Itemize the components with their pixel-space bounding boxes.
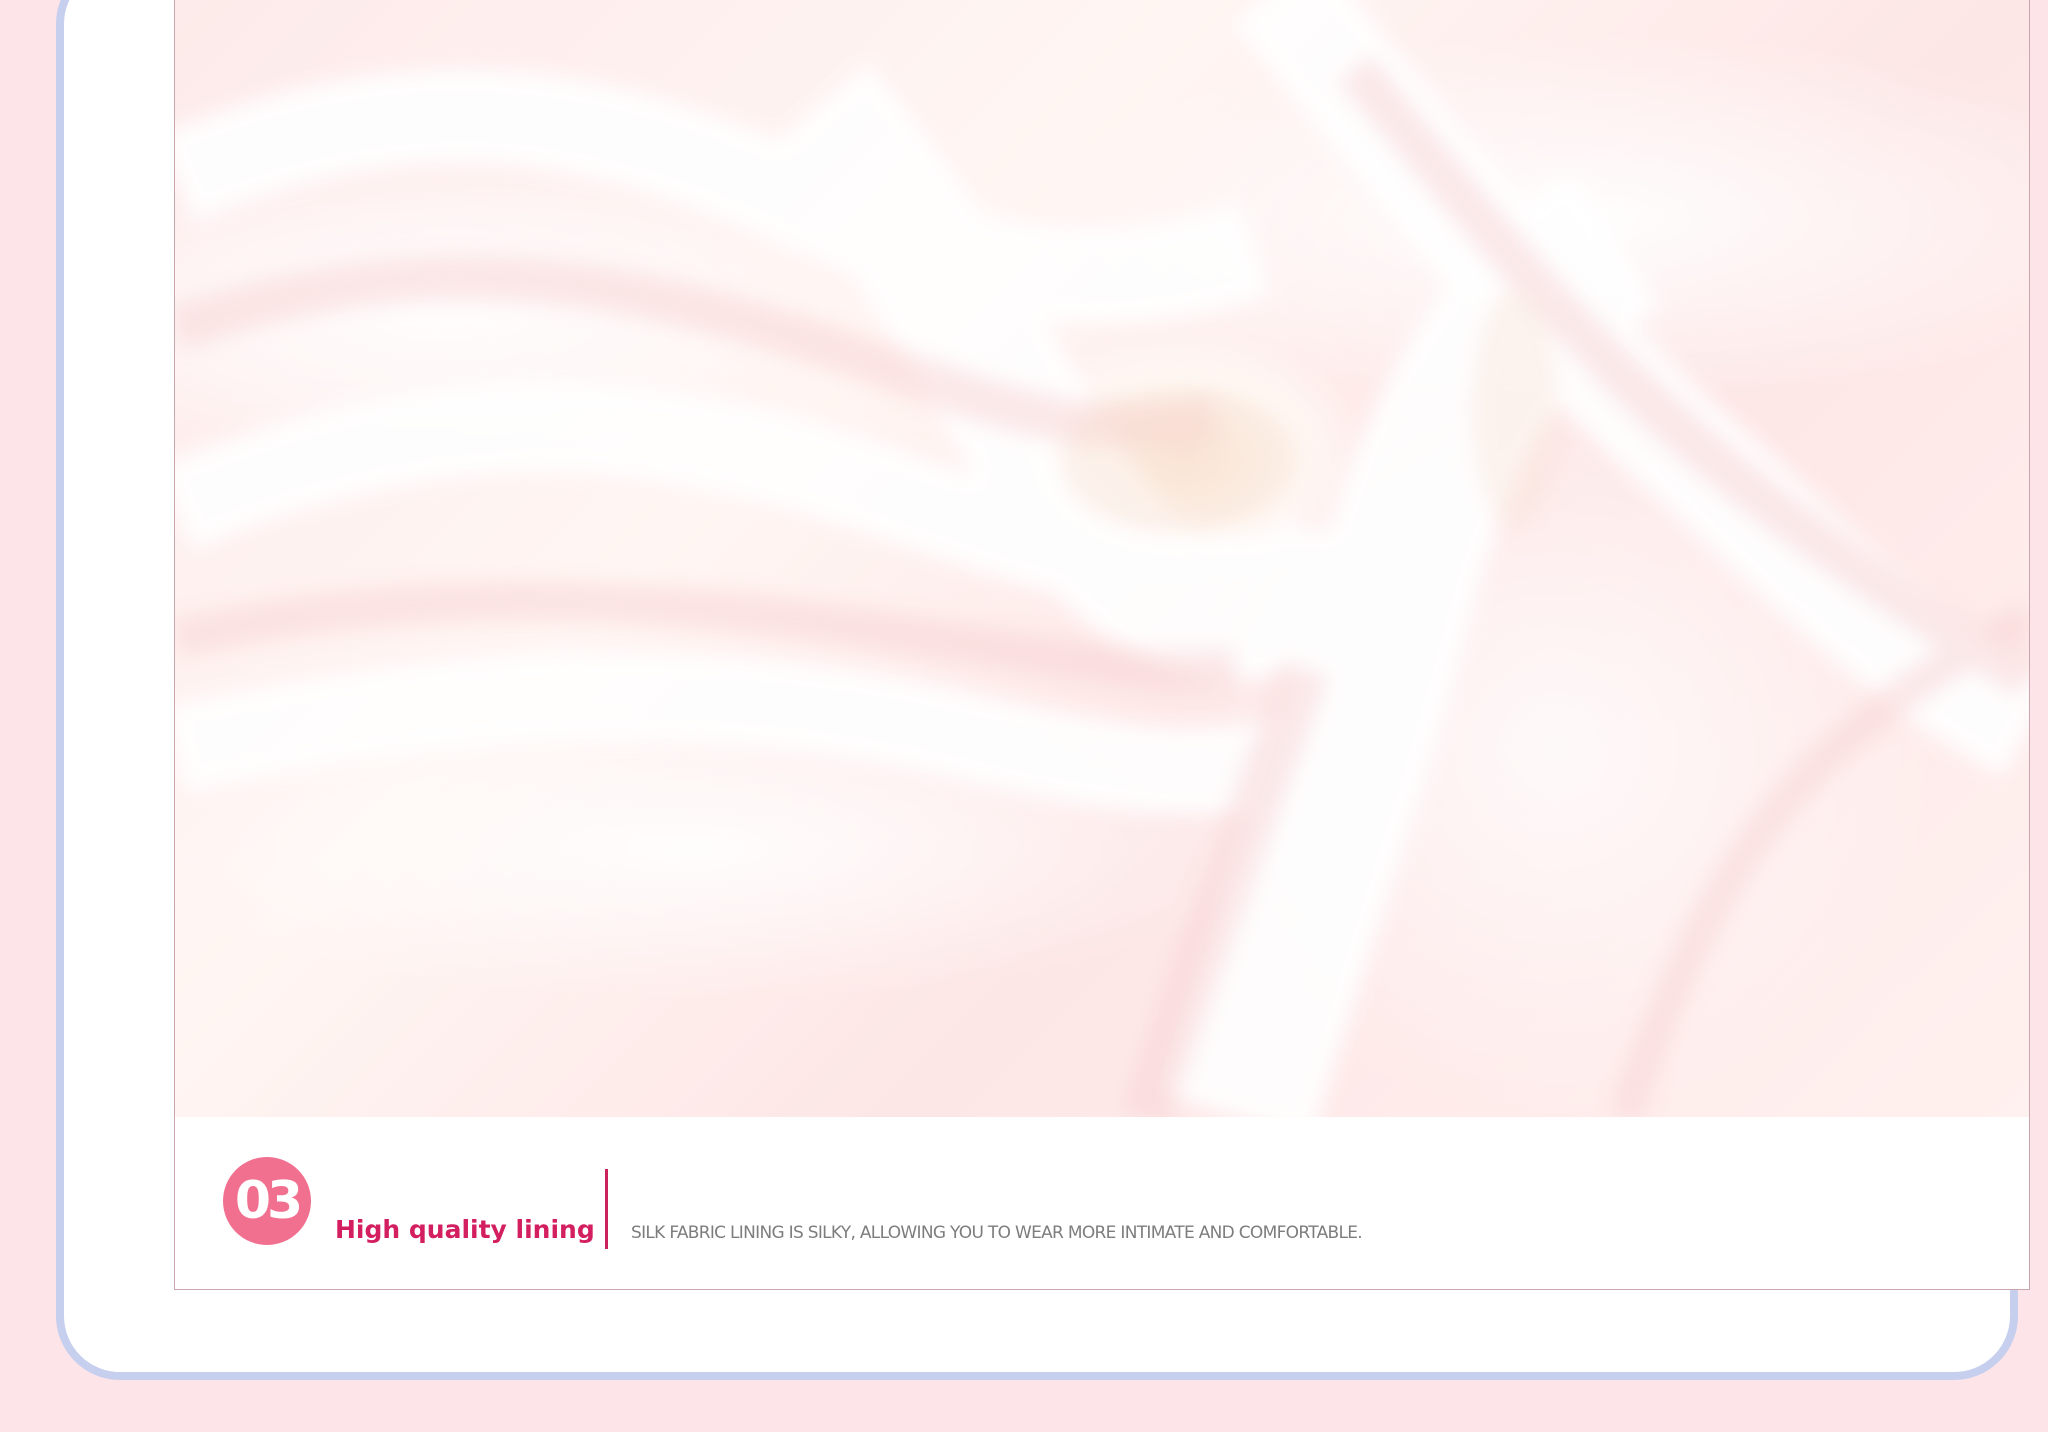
feature-caption: 03 High quality lining SILK FABRIC LININ… bbox=[175, 1117, 2029, 1289]
fabric-texture bbox=[175, 0, 2029, 1117]
feature-frame: 03 High quality lining SILK FABRIC LININ… bbox=[174, 0, 2030, 1290]
caption-divider bbox=[605, 1169, 608, 1249]
feature-number: 03 bbox=[234, 1171, 303, 1231]
feature-number-badge: 03 bbox=[223, 1157, 311, 1245]
fabric-photo bbox=[175, 0, 2029, 1117]
feature-description: SILK FABRIC LINING IS SILKY, ALLOWING YO… bbox=[631, 1223, 1363, 1243]
product-card: 03 High quality lining SILK FABRIC LININ… bbox=[56, 0, 2030, 1380]
feature-title: High quality lining bbox=[335, 1215, 595, 1244]
